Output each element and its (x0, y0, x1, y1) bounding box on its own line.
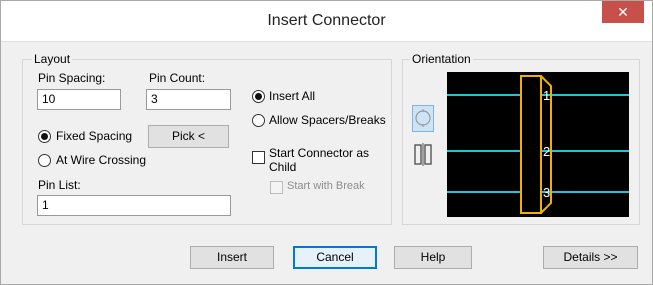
cancel-button[interactable]: Cancel (293, 246, 377, 269)
close-icon: ✕ (617, 4, 629, 20)
pin-number-3: 3 (543, 185, 550, 200)
pick-button[interactable]: Pick < (148, 125, 229, 148)
allow-spacers-label[interactable]: Allow Spacers/Breaks (269, 113, 386, 127)
pin-count-input[interactable]: 3 (146, 89, 231, 110)
dialog-title: Insert Connector (267, 12, 386, 29)
insert-button[interactable]: Insert (190, 246, 274, 269)
help-button[interactable]: Help (394, 246, 472, 269)
connector-preview-drawing: 1 2 3 (447, 75, 629, 214)
details-button[interactable]: Details >> (543, 246, 638, 269)
insert-connector-dialog: Insert Connector ✕ Layout Pin Spacing: 1… (0, 0, 653, 285)
pin-spacing-label: Pin Spacing: (38, 71, 106, 85)
orientation-flip-button[interactable] (412, 141, 434, 168)
at-wire-crossing-label[interactable]: At Wire Crossing (56, 153, 146, 167)
orientation-rotate-button[interactable] (412, 105, 434, 132)
allow-spacers-radio[interactable] (252, 114, 265, 127)
connector-body-left (520, 75, 542, 214)
fixed-spacing-radio[interactable] (38, 130, 51, 143)
close-button[interactable]: ✕ (602, 1, 644, 23)
start-connector-as-child-label-line1[interactable]: Start Connector as (269, 146, 369, 160)
pin-spacing-input[interactable]: 10 (37, 89, 121, 110)
layout-group-label: Layout (32, 52, 73, 66)
insert-all-label[interactable]: Insert All (269, 89, 315, 103)
start-connector-as-child-label-line2[interactable]: Child (269, 160, 296, 174)
pin-count-label: Pin Count: (149, 71, 206, 85)
orientation-group-label: Orientation (410, 52, 473, 66)
start-with-break-checkbox[interactable] (270, 181, 283, 194)
pin-list-input[interactable]: 1 (37, 195, 231, 216)
start-with-break-label: Start with Break (287, 180, 365, 192)
at-wire-crossing-radio[interactable] (38, 154, 51, 167)
insert-all-radio[interactable] (252, 90, 265, 103)
start-connector-as-child-checkbox[interactable] (252, 151, 265, 164)
rotate-icon (415, 109, 431, 127)
pin-number-1: 1 (543, 88, 550, 103)
pin-list-label: Pin List: (38, 178, 81, 192)
connector-preview: 1 2 3 (447, 72, 629, 217)
fixed-spacing-label[interactable]: Fixed Spacing (56, 129, 132, 143)
pin-number-2: 2 (543, 144, 550, 159)
title-bar[interactable]: Insert Connector ✕ (1, 1, 652, 42)
flip-icon (414, 143, 432, 166)
